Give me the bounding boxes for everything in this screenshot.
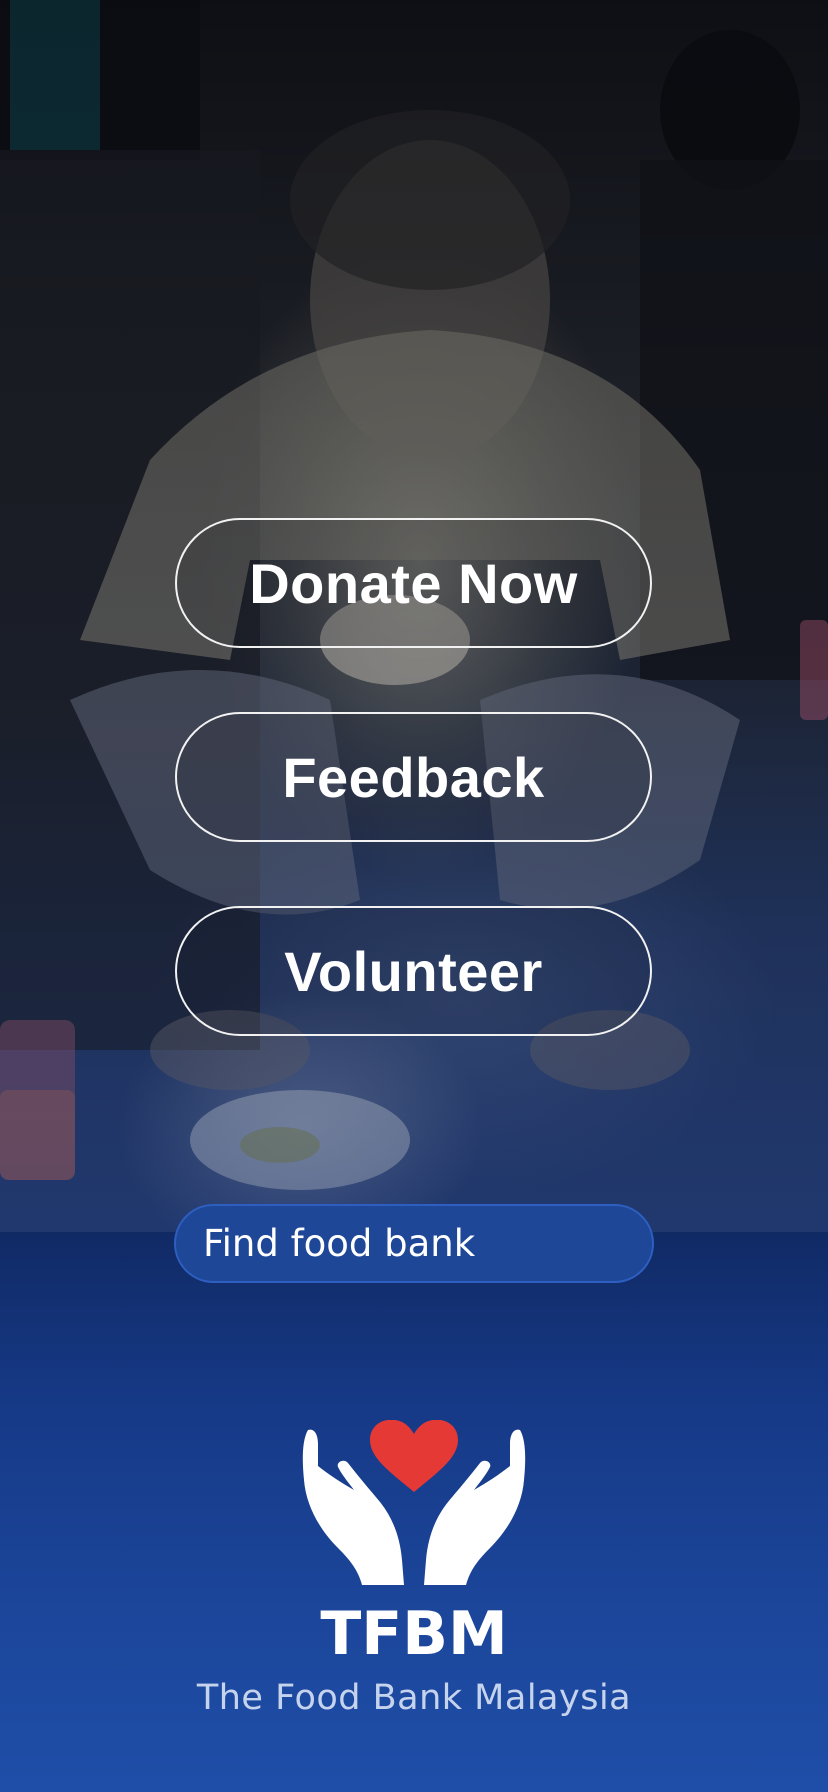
search-input[interactable] bbox=[203, 1222, 668, 1265]
heart-in-hands-icon bbox=[302, 1420, 526, 1585]
brand-name: TFBM bbox=[320, 1599, 508, 1669]
volunteer-button[interactable]: Volunteer bbox=[175, 906, 652, 1036]
feedback-button[interactable]: Feedback bbox=[175, 712, 652, 842]
donate-now-button[interactable]: Donate Now bbox=[175, 518, 652, 648]
brand-tagline: The Food Bank Malaysia bbox=[196, 1678, 632, 1718]
find-food-bank-search[interactable] bbox=[174, 1204, 668, 1283]
